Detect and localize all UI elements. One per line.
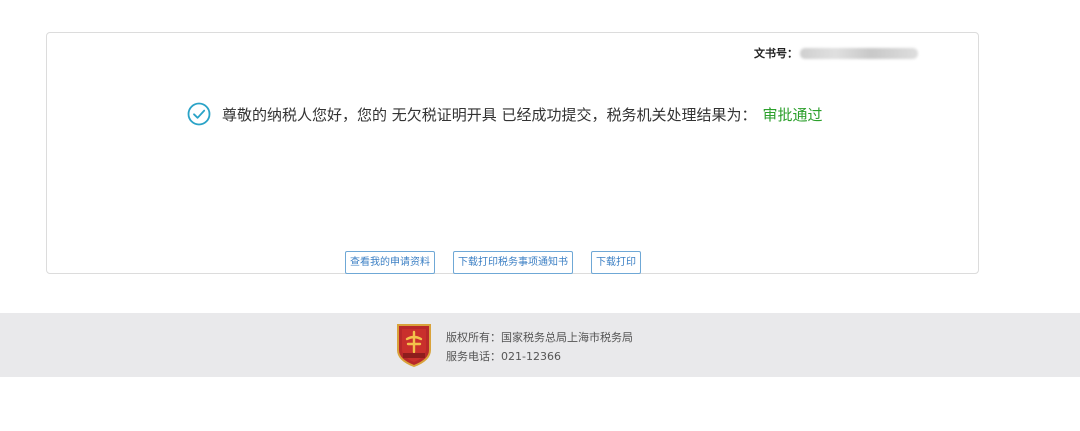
result-card: 文书号： 尊敬的纳税人您好，您的 无欠税证明开具 已经成功提交，税务机关处理结果…: [46, 32, 979, 274]
doc-number-value-redacted: [800, 47, 918, 59]
service-phone-text: 服务电话：021-12366: [446, 350, 561, 363]
message-text: 尊敬的纳税人您好，您的 无欠税证明开具 已经成功提交，税务机关处理结果为：: [222, 105, 757, 124]
tax-bureau-logo-icon: [395, 322, 433, 368]
result-message: 尊敬的纳税人您好，您的 无欠税证明开具 已经成功提交，税务机关处理结果为： 审批…: [187, 102, 823, 126]
check-circle-icon: [187, 102, 211, 126]
download-notice-button[interactable]: 下载打印税务事项通知书: [453, 251, 573, 274]
doc-number-label: 文书号：: [754, 47, 798, 60]
download-print-button[interactable]: 下载打印: [591, 251, 641, 274]
status-approved: 审批通过: [762, 105, 823, 124]
action-buttons: 查看我的申请资料 下载打印税务事项通知书 下载打印: [345, 251, 641, 274]
footer-text: 版权所有：国家税务总局上海市税务局 服务电话：021-12366: [446, 328, 633, 366]
copyright-text: 版权所有：国家税务总局上海市税务局: [446, 331, 633, 344]
doc-number: 文书号：: [754, 45, 918, 61]
footer: 版权所有：国家税务总局上海市税务局 服务电话：021-12366: [0, 313, 1080, 377]
view-application-button[interactable]: 查看我的申请资料: [345, 251, 435, 274]
